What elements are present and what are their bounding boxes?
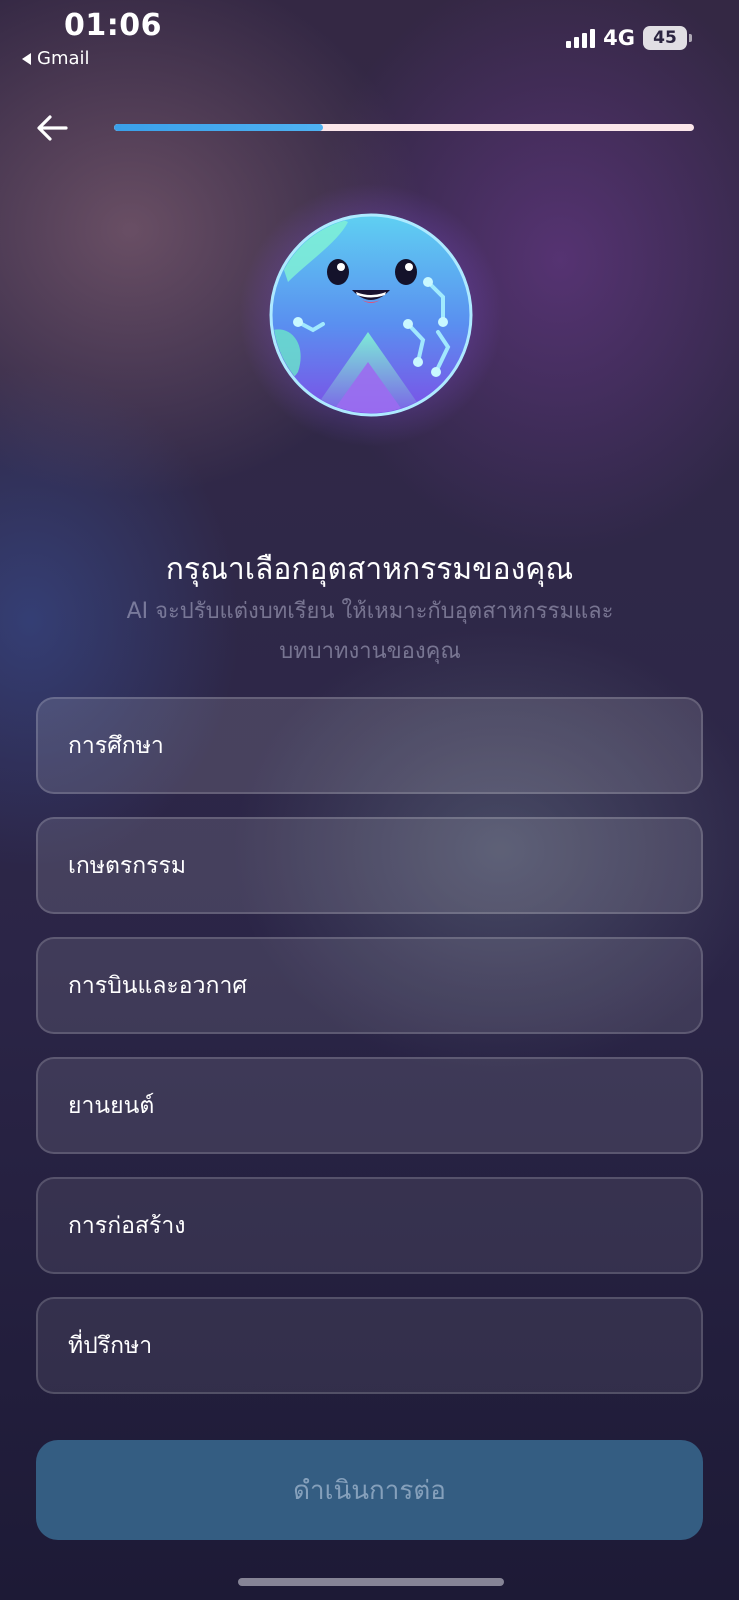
home-indicator[interactable] — [238, 1578, 504, 1586]
back-to-gmail-link[interactable]: Gmail — [22, 48, 90, 69]
page-subtitle: AI จะปรับแต่งบทเรียน ให้เหมาะกับอุตสาหกร… — [126, 599, 614, 664]
battery-icon: 45 — [643, 26, 692, 50]
option-label: ที่ปรึกษา — [68, 1332, 153, 1359]
option-label: ยานยนต์ — [68, 1092, 155, 1119]
progress-fill — [114, 124, 323, 131]
option-label: การศึกษา — [68, 732, 164, 759]
continue-button[interactable]: ดำเนินการต่อ — [36, 1440, 703, 1540]
globe-mascot-icon — [269, 213, 473, 417]
option-automotive[interactable]: ยานยนต์ — [36, 1057, 703, 1154]
battery-level: 45 — [653, 28, 677, 48]
page-title: กรุณาเลือกอุตสาหกรรมของคุณ — [165, 552, 574, 587]
progress-bar — [114, 124, 694, 131]
option-agriculture[interactable]: เกษตรกรรม — [36, 817, 703, 914]
mascot — [238, 182, 504, 448]
option-construction[interactable]: การก่อสร้าง — [36, 1177, 703, 1274]
arrow-left-icon — [37, 115, 68, 141]
option-education[interactable]: การศึกษา — [36, 697, 703, 794]
back-triangle-icon — [22, 52, 31, 65]
network-type: 4G — [603, 26, 635, 50]
option-label: การบินและอวกาศ — [68, 972, 247, 999]
signal-icon — [566, 28, 596, 48]
option-label: เกษตรกรรม — [68, 852, 187, 879]
option-aerospace[interactable]: การบินและอวกาศ — [36, 937, 703, 1034]
industry-options: การศึกษา เกษตรกรรม การบินและอวกาศ ยานยนต… — [36, 697, 703, 1417]
option-consulting[interactable]: ที่ปรึกษา — [36, 1297, 703, 1394]
back-button[interactable] — [32, 108, 72, 148]
option-label: การก่อสร้าง — [68, 1212, 186, 1239]
status-time: 01:06 — [64, 8, 162, 43]
status-indicators: 4G 45 — [566, 26, 692, 50]
back-app-label: Gmail — [37, 48, 90, 69]
